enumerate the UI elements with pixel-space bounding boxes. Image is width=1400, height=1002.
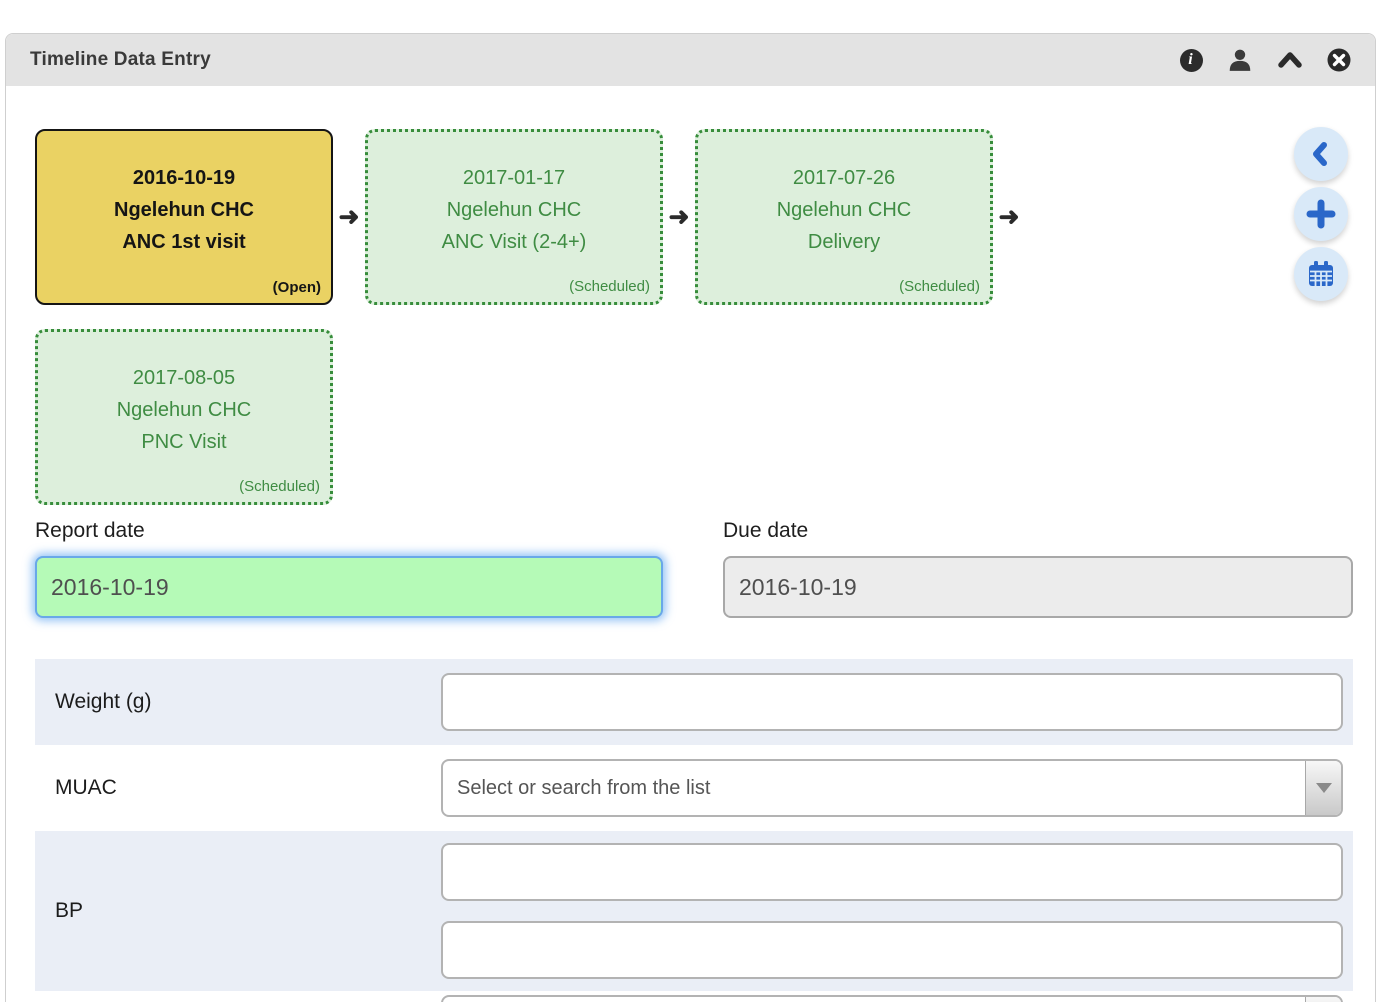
timeline-row-2: 2017-08-05 Ngelehun CHC PNC Visit (Sched… xyxy=(35,329,333,505)
event-orgunit: Ngelehun CHC xyxy=(777,194,912,226)
previous-events-button[interactable] xyxy=(1294,127,1348,181)
event-status: (Scheduled) xyxy=(899,278,980,295)
event-stage: Delivery xyxy=(808,226,880,258)
widget-title: Timeline Data Entry xyxy=(30,49,211,71)
event-orgunit: Ngelehun CHC xyxy=(447,194,582,226)
timeline-row-1: 2016-10-19 Ngelehun CHC ANC 1st visit (O… xyxy=(35,129,1025,305)
event-card-anc-visit-2-4[interactable]: 2017-01-17 Ngelehun CHC ANC Visit (2-4+)… xyxy=(365,129,663,305)
collapse-icon[interactable] xyxy=(1277,49,1303,71)
event-stage: ANC Visit (2-4+) xyxy=(442,226,587,258)
event-status: (Scheduled) xyxy=(239,478,320,495)
widget-header: Timeline Data Entry i xyxy=(6,34,1375,86)
event-stage: PNC Visit xyxy=(141,426,226,458)
info-icon[interactable]: i xyxy=(1180,49,1203,72)
event-stage: ANC 1st visit xyxy=(122,226,245,258)
schedule-event-button[interactable] xyxy=(1294,247,1348,301)
plus-icon xyxy=(1306,199,1336,229)
form-row-weight: Weight (g) xyxy=(35,659,1353,745)
due-date-group: Due date xyxy=(723,519,1353,618)
dropdown-button[interactable] xyxy=(1305,997,1341,1002)
event-orgunit: Ngelehun CHC xyxy=(117,394,252,426)
arrow-right-icon: ➜ xyxy=(663,205,695,230)
muac-select[interactable]: Select or search from the list xyxy=(441,759,1343,817)
report-date-input[interactable] xyxy=(35,556,663,618)
header-icons: i xyxy=(1180,47,1351,73)
muac-select-placeholder: Select or search from the list xyxy=(443,777,710,800)
weight-input[interactable] xyxy=(441,673,1343,731)
due-date-input xyxy=(723,556,1353,618)
due-date-label: Due date xyxy=(723,519,1353,543)
close-icon[interactable] xyxy=(1327,48,1351,72)
event-orgunit: Ngelehun CHC xyxy=(114,194,254,226)
calendar-icon xyxy=(1306,259,1336,289)
bp-systolic-input[interactable] xyxy=(441,843,1343,901)
chevron-left-icon xyxy=(1307,140,1335,168)
event-date: 2017-01-17 xyxy=(463,162,565,194)
event-card-pnc-visit[interactable]: 2017-08-05 Ngelehun CHC PNC Visit (Sched… xyxy=(35,329,333,505)
timeline-side-buttons xyxy=(1294,127,1348,301)
form-row-bp: BP xyxy=(35,831,1353,991)
event-date: 2017-08-05 xyxy=(133,362,235,394)
dropdown-button[interactable] xyxy=(1305,761,1341,815)
data-entry-table: Weight (g) MUAC Select or search from th… xyxy=(35,659,1353,1002)
arrow-right-icon: ➜ xyxy=(993,205,1025,230)
new-event-button[interactable] xyxy=(1294,187,1348,241)
muac-label: MUAC xyxy=(35,776,441,800)
arrow-right-icon: ➜ xyxy=(333,205,365,230)
event-status: (Scheduled) xyxy=(569,278,650,295)
event-card-delivery[interactable]: 2017-07-26 Ngelehun CHC Delivery (Schedu… xyxy=(695,129,993,305)
bp-diastolic-input[interactable] xyxy=(441,921,1343,979)
user-icon[interactable] xyxy=(1227,47,1253,73)
next-field-select[interactable] xyxy=(441,995,1343,1002)
event-date: 2016-10-19 xyxy=(133,162,235,194)
event-date: 2017-07-26 xyxy=(793,162,895,194)
weight-label: Weight (g) xyxy=(35,690,441,714)
form-row-next-partial xyxy=(35,995,1353,1002)
chevron-down-icon xyxy=(1316,783,1332,793)
report-date-label: Report date xyxy=(35,519,663,543)
timeline-data-entry-widget: Timeline Data Entry i xyxy=(5,33,1376,1002)
report-date-group: Report date xyxy=(35,519,663,618)
form-row-muac: MUAC Select or search from the list xyxy=(35,745,1353,831)
event-status: (Open) xyxy=(273,279,321,296)
event-card-anc-1st-visit[interactable]: 2016-10-19 Ngelehun CHC ANC 1st visit (O… xyxy=(35,129,333,305)
bp-label: BP xyxy=(35,899,441,923)
